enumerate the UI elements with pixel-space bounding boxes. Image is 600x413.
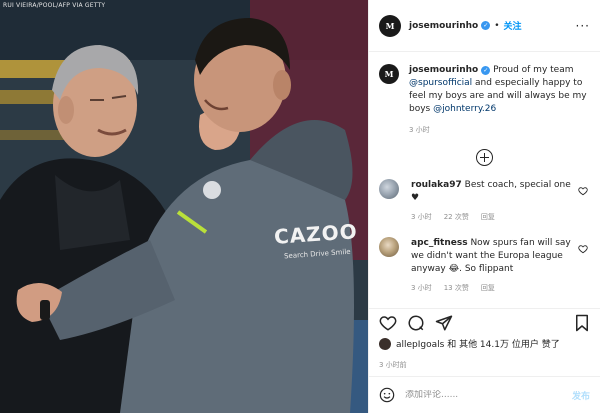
add-comment-bar: 发布 xyxy=(369,376,600,413)
post-caption: M josemourinho ✓ Proud of my team @spurso… xyxy=(369,52,600,137)
commenter-username[interactable]: roulaka97 xyxy=(411,180,462,190)
share-paper-plane-icon[interactable] xyxy=(435,314,453,332)
post-header: M josemourinho ✓ • 关注 ··· xyxy=(369,0,600,52)
comment-text: roulaka97 Best coach, special one ♥ 3 小时… xyxy=(411,179,576,224)
comment-meta: 3 小时 22 次赞 回复 xyxy=(411,211,576,224)
separator-dot: • xyxy=(494,20,500,31)
verified-badge-icon: ✓ xyxy=(481,21,491,30)
verified-badge-icon: ✓ xyxy=(481,66,491,75)
comment-likes[interactable]: 22 次赞 xyxy=(444,211,469,224)
action-bar xyxy=(369,308,600,336)
follow-button[interactable]: 关注 xyxy=(504,19,522,32)
post-comment-button[interactable]: 发布 xyxy=(572,389,590,402)
caption-body-1: Proud of my team xyxy=(493,65,574,75)
comments-scroll-area[interactable]: M josemourinho ✓ Proud of my team @spurso… xyxy=(369,52,600,308)
avatar[interactable]: M xyxy=(379,64,399,84)
caption-text: josemourinho ✓ Proud of my team @spursoff… xyxy=(409,64,589,137)
bookmark-icon[interactable] xyxy=(574,314,590,332)
photo-illustration xyxy=(0,0,368,413)
caption-username[interactable]: josemourinho xyxy=(409,65,478,75)
caption-time: 3 小时 xyxy=(409,126,430,134)
reply-button[interactable]: 回复 xyxy=(481,211,495,224)
comment-item: roulaka97 Best coach, special one ♥ 3 小时… xyxy=(369,166,600,224)
liker-avatar[interactable] xyxy=(379,337,391,350)
load-more-comments-icon[interactable] xyxy=(476,149,493,166)
avatar[interactable]: M xyxy=(379,14,401,37)
comment-text: apc_fitness Now spurs fan will say we di… xyxy=(411,237,576,295)
more-options-icon[interactable]: ··· xyxy=(576,19,590,33)
photo-credit: RUI VIEIRA/POOL/AFP VIA GETTY xyxy=(3,2,106,9)
comment-time: 3 小时 xyxy=(411,213,432,221)
heart-icon[interactable] xyxy=(578,244,588,254)
commenter-avatar[interactable] xyxy=(379,237,399,257)
comment-bubble-icon[interactable] xyxy=(407,314,425,332)
mention-link[interactable]: @johnterry.26 xyxy=(433,104,496,114)
emoji-icon[interactable] xyxy=(379,387,395,403)
post-side-panel: M josemourinho ✓ • 关注 ··· M josemourinho… xyxy=(368,0,600,413)
commenter-username[interactable]: apc_fitness xyxy=(411,238,468,248)
like-heart-icon[interactable] xyxy=(379,314,397,332)
reply-button[interactable]: 回复 xyxy=(481,282,495,295)
post-time: 3 小时前 xyxy=(379,361,407,369)
comment-item: apc_fitness Now spurs fan will say we di… xyxy=(369,224,600,295)
username-link[interactable]: josemourinho xyxy=(409,21,478,31)
comment-meta: 3 小时 13 次赞 回复 xyxy=(411,282,576,295)
post-photo[interactable]: RUI VIEIRA/POOL/AFP VIA GETTY CAZOO Sear… xyxy=(0,0,368,413)
likes-text[interactable]: allepIgoals 和 其他 14.1万 位用户 赞了 xyxy=(396,337,560,350)
commenter-avatar[interactable] xyxy=(379,179,399,199)
comment-likes[interactable]: 13 次赞 xyxy=(444,282,469,295)
comment-time: 3 小时 xyxy=(411,284,432,292)
likes-summary: allepIgoals 和 其他 14.1万 位用户 赞了 xyxy=(379,337,590,350)
mention-link[interactable]: @spursofficial xyxy=(409,78,472,88)
heart-icon[interactable] xyxy=(578,186,588,196)
comment-input[interactable] xyxy=(405,390,545,400)
